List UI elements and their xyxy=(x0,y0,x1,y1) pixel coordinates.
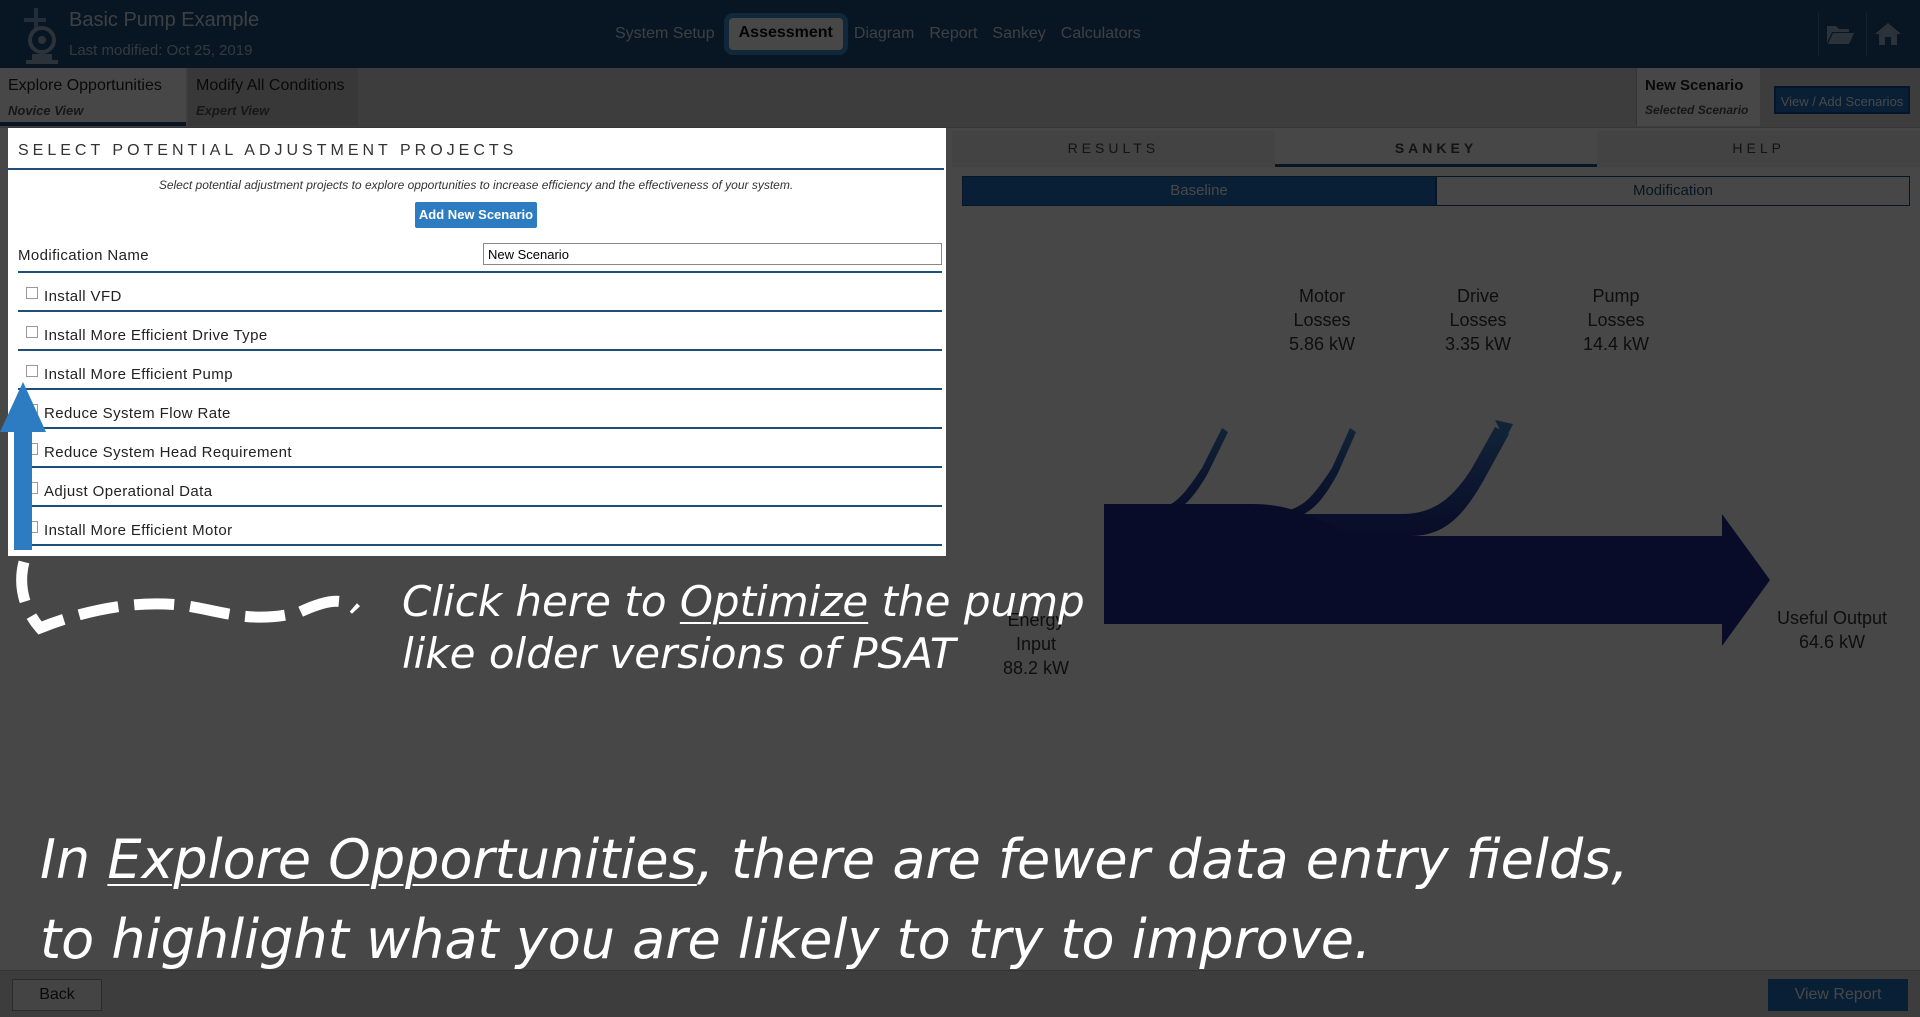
motor-losses-value: 5.86 kW xyxy=(1288,334,1356,354)
energy-input-name: Energy Input xyxy=(1007,610,1065,654)
useful-output-label: Useful Output 64.6 kW xyxy=(1776,606,1888,654)
option-efficient-pump[interactable]: Install More Efficient Pump xyxy=(18,351,942,390)
pump-logo-icon[interactable] xyxy=(18,6,64,66)
drive-losses-value: 3.35 kW xyxy=(1444,334,1512,354)
checkbox[interactable] xyxy=(26,521,38,533)
energy-input-value: 88.2 kW xyxy=(1002,658,1070,678)
useful-output-name: Useful Output xyxy=(1776,608,1888,628)
pump-losses-value: 14.4 kW xyxy=(1582,334,1650,354)
back-button[interactable]: Back xyxy=(12,979,102,1011)
open-folder-button[interactable] xyxy=(1818,12,1860,56)
nav-assessment[interactable]: Assessment xyxy=(723,13,848,55)
option-label: Install More Efficient Drive Type xyxy=(44,327,268,344)
pump-losses-name: Pump Losses xyxy=(1587,286,1645,330)
panel-description: Select potential adjustment projects to … xyxy=(158,178,794,192)
nav-calculators[interactable]: Calculators xyxy=(1061,14,1141,54)
motor-losses-name: Motor Losses xyxy=(1293,286,1351,330)
option-efficient-drive[interactable]: Install More Efficient Drive Type xyxy=(18,312,942,351)
option-efficient-motor[interactable]: Install More Efficient Motor xyxy=(18,507,942,546)
app-header: Basic Pump Example Last modified: Oct 25… xyxy=(0,0,1920,68)
checkbox[interactable] xyxy=(26,404,38,416)
option-label: Install More Efficient Motor xyxy=(44,522,233,539)
footer-bar: Back View Report xyxy=(0,970,1920,1017)
option-reduce-flow[interactable]: Reduce System Flow Rate xyxy=(18,390,942,429)
option-label: Reduce System Head Requirement xyxy=(44,444,292,461)
selected-scenario[interactable]: New Scenario Selected Scenario xyxy=(1636,68,1760,126)
energy-input-label: Energy Input 88.2 kW xyxy=(986,608,1086,680)
modification-name-input[interactable] xyxy=(483,243,942,265)
home-button[interactable] xyxy=(1866,12,1908,56)
checkbox[interactable] xyxy=(26,443,38,455)
nav-diagram[interactable]: Diagram xyxy=(854,14,914,54)
nav-report[interactable]: Report xyxy=(929,14,977,54)
view-report-button[interactable]: View Report xyxy=(1768,979,1908,1011)
tab-modify-all-conditions[interactable]: Modify All Conditions Expert View xyxy=(188,68,358,126)
tab-explore-opportunities[interactable]: Explore Opportunities Novice View xyxy=(0,68,186,126)
tab-modify-label: Modify All Conditions xyxy=(196,77,345,94)
tab-explore-label: Explore Opportunities xyxy=(8,77,162,94)
option-operational-data[interactable]: Adjust Operational Data xyxy=(18,468,942,507)
drive-losses-name: Drive Losses xyxy=(1449,286,1507,330)
last-modified-text: Last modified: Oct 25, 2019 xyxy=(69,42,253,59)
motor-loss-flow xyxy=(1104,428,1228,516)
nav-system-setup[interactable]: System Setup xyxy=(615,14,715,54)
checkbox[interactable] xyxy=(26,365,38,377)
checkbox[interactable] xyxy=(26,482,38,494)
scenario-sub: Selected Scenario xyxy=(1645,103,1749,117)
option-label: Reduce System Flow Rate xyxy=(44,405,231,422)
option-label: Install VFD xyxy=(44,288,122,305)
scenario-name: New Scenario xyxy=(1645,77,1744,94)
tab-modify-sub: Expert View xyxy=(196,103,270,118)
folder-open-icon xyxy=(1826,26,1854,44)
option-label: Install More Efficient Pump xyxy=(44,366,233,383)
option-install-vfd[interactable]: Install VFD xyxy=(18,273,942,312)
useful-output-value: 64.6 kW xyxy=(1798,632,1866,652)
mode-tab-bar: Explore Opportunities Novice View Modify… xyxy=(0,68,1920,128)
drive-losses-label: Drive Losses 3.35 kW xyxy=(1428,284,1528,356)
main-nav: System Setup Assessment Diagram Report S… xyxy=(615,13,1156,55)
view-add-scenarios-button[interactable]: View / Add Scenarios xyxy=(1774,86,1910,114)
adjustment-card: SELECT POTENTIAL ADJUSTMENT PROJECTS Sel… xyxy=(8,130,944,546)
checkbox[interactable] xyxy=(26,287,38,299)
sankey-diagram xyxy=(1104,420,1770,646)
modification-name-label: Modification Name xyxy=(18,247,150,264)
motor-losses-label: Motor Losses 5.86 kW xyxy=(1272,284,1372,356)
home-icon xyxy=(1874,23,1901,45)
pump-losses-label: Pump Losses 14.4 kW xyxy=(1566,284,1666,356)
results-panel: RESULTS SANKEY HELP Baseline Modificatio… xyxy=(952,128,1920,970)
adjustment-panel: SELECT POTENTIAL ADJUSTMENT PROJECTS Sel… xyxy=(0,128,952,970)
option-reduce-head[interactable]: Reduce System Head Requirement xyxy=(18,429,942,468)
assessment-title: Basic Pump Example xyxy=(69,9,260,31)
tab-explore-sub: Novice View xyxy=(8,103,84,118)
checkbox[interactable] xyxy=(26,326,38,338)
nav-sankey[interactable]: Sankey xyxy=(992,14,1045,54)
add-new-scenario-button[interactable]: Add New Scenario xyxy=(415,202,537,228)
panel-title: SELECT POTENTIAL ADJUSTMENT PROJECTS xyxy=(8,130,944,170)
modification-name-row: Modification Name xyxy=(18,238,942,273)
option-label: Adjust Operational Data xyxy=(44,483,213,500)
